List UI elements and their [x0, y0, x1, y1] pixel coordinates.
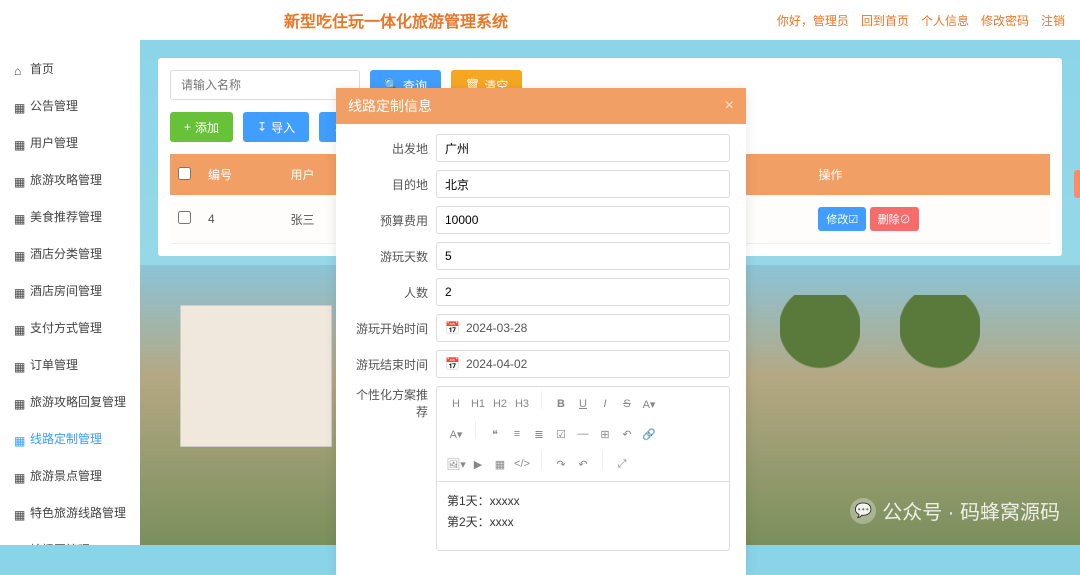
bold-button[interactable]: B — [550, 393, 572, 415]
route-custom-modal: 线路定制信息 × 出发地 目的地 预算费用 游玩天数 人数 游玩开始时间 📅20… — [336, 88, 746, 575]
table-button[interactable]: ⊞ — [594, 423, 616, 445]
checklist-button[interactable]: ☑ — [550, 423, 572, 445]
underline-button[interactable]: U — [572, 393, 594, 415]
input-people[interactable] — [436, 278, 730, 306]
label-days: 游玩天数 — [352, 248, 436, 265]
link-button[interactable]: 🔗 — [638, 423, 660, 445]
fullscreen-button[interactable]: ⤢ — [611, 453, 633, 475]
input-days[interactable] — [436, 242, 730, 270]
undo2-button[interactable]: ↶ — [616, 423, 638, 445]
separator — [602, 451, 603, 469]
input-destination[interactable] — [436, 170, 730, 198]
label-budget: 预算费用 — [352, 212, 436, 229]
hr-button[interactable]: — — [572, 423, 594, 445]
h1-button[interactable]: H1 — [467, 393, 489, 415]
wechat-icon: 💬 — [850, 498, 876, 524]
rich-editor: H H1 H2 H3 B U I S A▾ A▾ — [436, 386, 730, 551]
h3-button[interactable]: H3 — [511, 393, 533, 415]
content-line: 第2天：xxxx — [447, 513, 719, 530]
strike-button[interactable]: S — [616, 393, 638, 415]
label-start-time: 游玩开始时间 — [352, 320, 436, 337]
label-plan: 个性化方案推荐 — [352, 386, 436, 420]
label-end-time: 游玩结束时间 — [352, 356, 436, 373]
italic-button[interactable]: I — [594, 393, 616, 415]
calendar-icon: 📅 — [445, 321, 460, 335]
redo-button[interactable]: ↷ — [550, 453, 572, 475]
list-ol-button[interactable]: ≣ — [528, 423, 550, 445]
separator — [541, 451, 542, 469]
heading-icon[interactable]: H — [445, 393, 467, 415]
rich-content-area[interactable]: 第1天：xxxxx 第2天：xxxx — [436, 481, 730, 551]
label-destination: 目的地 — [352, 176, 436, 193]
content-line: 第1天：xxxxx — [447, 492, 719, 509]
separator — [475, 421, 476, 439]
input-start-time[interactable]: 📅2024-03-28 — [436, 314, 730, 342]
modal-header: 线路定制信息 × — [336, 88, 746, 124]
modal-title: 线路定制信息 — [348, 96, 432, 116]
modal-body: 出发地 目的地 预算费用 游玩天数 人数 游玩开始时间 📅2024-03-28 … — [336, 124, 746, 575]
modal-close-button[interactable]: × — [725, 97, 734, 115]
image-button[interactable]: 🖼▾ — [445, 453, 467, 475]
code-button[interactable]: </> — [511, 453, 533, 475]
label-departure: 出发地 — [352, 140, 436, 157]
rich-toolbar: H H1 H2 H3 B U I S A▾ A▾ — [436, 386, 730, 481]
calendar-icon: 📅 — [445, 357, 460, 371]
input-end-time[interactable]: 📅2024-04-02 — [436, 350, 730, 378]
bg-color-button[interactable]: A▾ — [445, 423, 467, 445]
h2-button[interactable]: H2 — [489, 393, 511, 415]
input-budget[interactable] — [436, 206, 730, 234]
separator — [541, 391, 542, 409]
list-ul-button[interactable]: ≡ — [506, 423, 528, 445]
watermark: 💬 公众号 · 码蜂窝源码 — [850, 496, 1060, 525]
font-color-button[interactable]: A▾ — [638, 393, 660, 415]
undo-button[interactable]: ↶ — [572, 453, 594, 475]
label-people: 人数 — [352, 284, 436, 301]
quote-button[interactable]: ❝ — [484, 423, 506, 445]
input-departure[interactable] — [436, 134, 730, 162]
grid-button[interactable]: ▦ — [489, 453, 511, 475]
video-button[interactable]: ▶ — [467, 453, 489, 475]
